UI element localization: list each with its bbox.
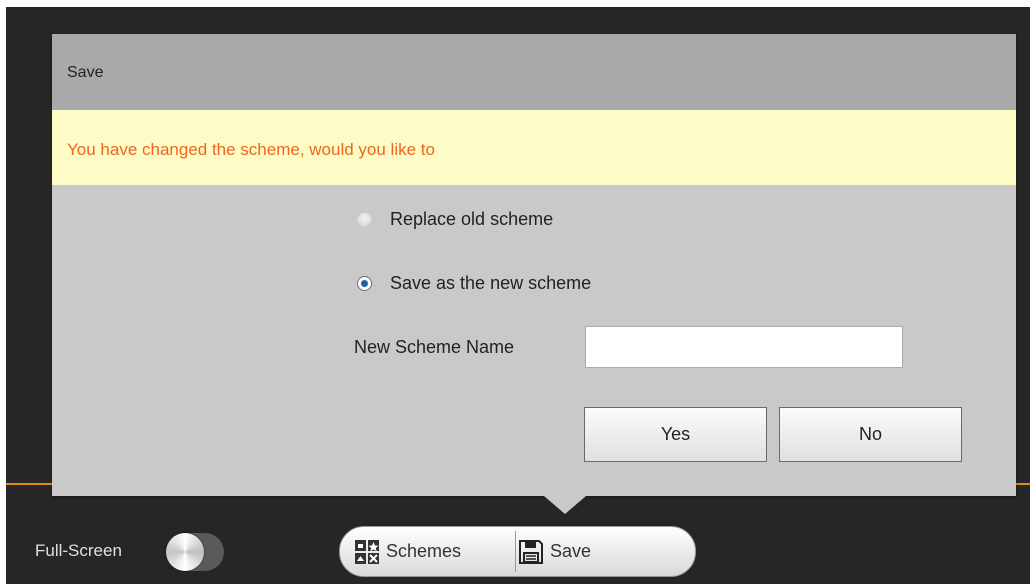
new-scheme-name-input[interactable] <box>585 326 903 368</box>
pill-divider <box>515 531 516 572</box>
warning-text: You have changed the scheme, would you l… <box>67 140 435 159</box>
top-strip <box>0 0 1030 7</box>
option-label: Replace old scheme <box>390 209 554 229</box>
schemes-button[interactable]: Schemes <box>354 527 461 576</box>
fullscreen-toggle[interactable] <box>166 533 224 571</box>
no-button[interactable]: No <box>779 407 962 462</box>
dialog-header: Save <box>52 34 1016 110</box>
save-button[interactable]: Save <box>518 527 591 576</box>
dialog-title: Save <box>67 64 104 81</box>
toggle-knob[interactable] <box>166 533 204 571</box>
dialog-pointer <box>544 496 586 514</box>
option-save-as-new-scheme[interactable]: Save as the new scheme <box>357 273 591 294</box>
save-label: Save <box>550 541 592 561</box>
option-label: Save as the new scheme <box>390 273 592 293</box>
new-scheme-name-label: New Scheme Name <box>354 337 515 357</box>
yes-button[interactable]: Yes <box>584 407 767 462</box>
radio-replace-old-scheme[interactable] <box>357 212 372 227</box>
fullscreen-label: Full-Screen <box>35 541 122 560</box>
option-replace-old-scheme[interactable]: Replace old scheme <box>357 209 553 230</box>
schemes-label: Schemes <box>386 541 462 561</box>
schemes-icon <box>355 539 379 564</box>
save-dialog: Save You have changed the scheme, would … <box>52 34 1016 496</box>
scheme-control-pill: Schemes Save <box>339 526 696 577</box>
floppy-disk-icon <box>519 539 543 564</box>
warning-banner: You have changed the scheme, would you l… <box>52 110 1016 185</box>
radio-save-as-new-scheme[interactable] <box>357 276 372 291</box>
